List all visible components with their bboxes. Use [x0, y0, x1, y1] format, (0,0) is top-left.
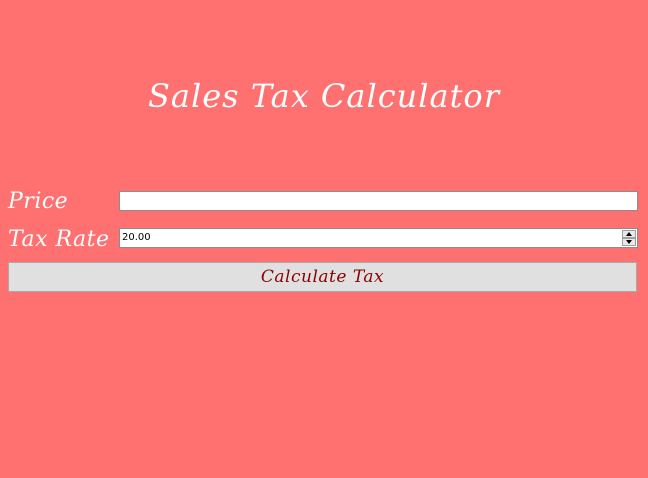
price-label: Price: [8, 189, 69, 214]
price-input[interactable]: [119, 191, 638, 211]
spin-buttons: [622, 230, 636, 246]
spin-up-button[interactable]: [622, 230, 636, 238]
spin-up-arrow-icon: [626, 232, 632, 236]
tax-rate-spinbox[interactable]: 20.00: [119, 228, 638, 248]
tax-rate-value[interactable]: 20.00: [122, 229, 151, 247]
calculate-tax-button[interactable]: Calculate Tax: [8, 262, 637, 292]
app-title: Sales Tax Calculator: [148, 77, 500, 115]
spin-down-arrow-icon: [626, 240, 632, 244]
spin-down-button[interactable]: [622, 238, 636, 246]
tax-rate-label: Tax Rate: [8, 227, 110, 252]
